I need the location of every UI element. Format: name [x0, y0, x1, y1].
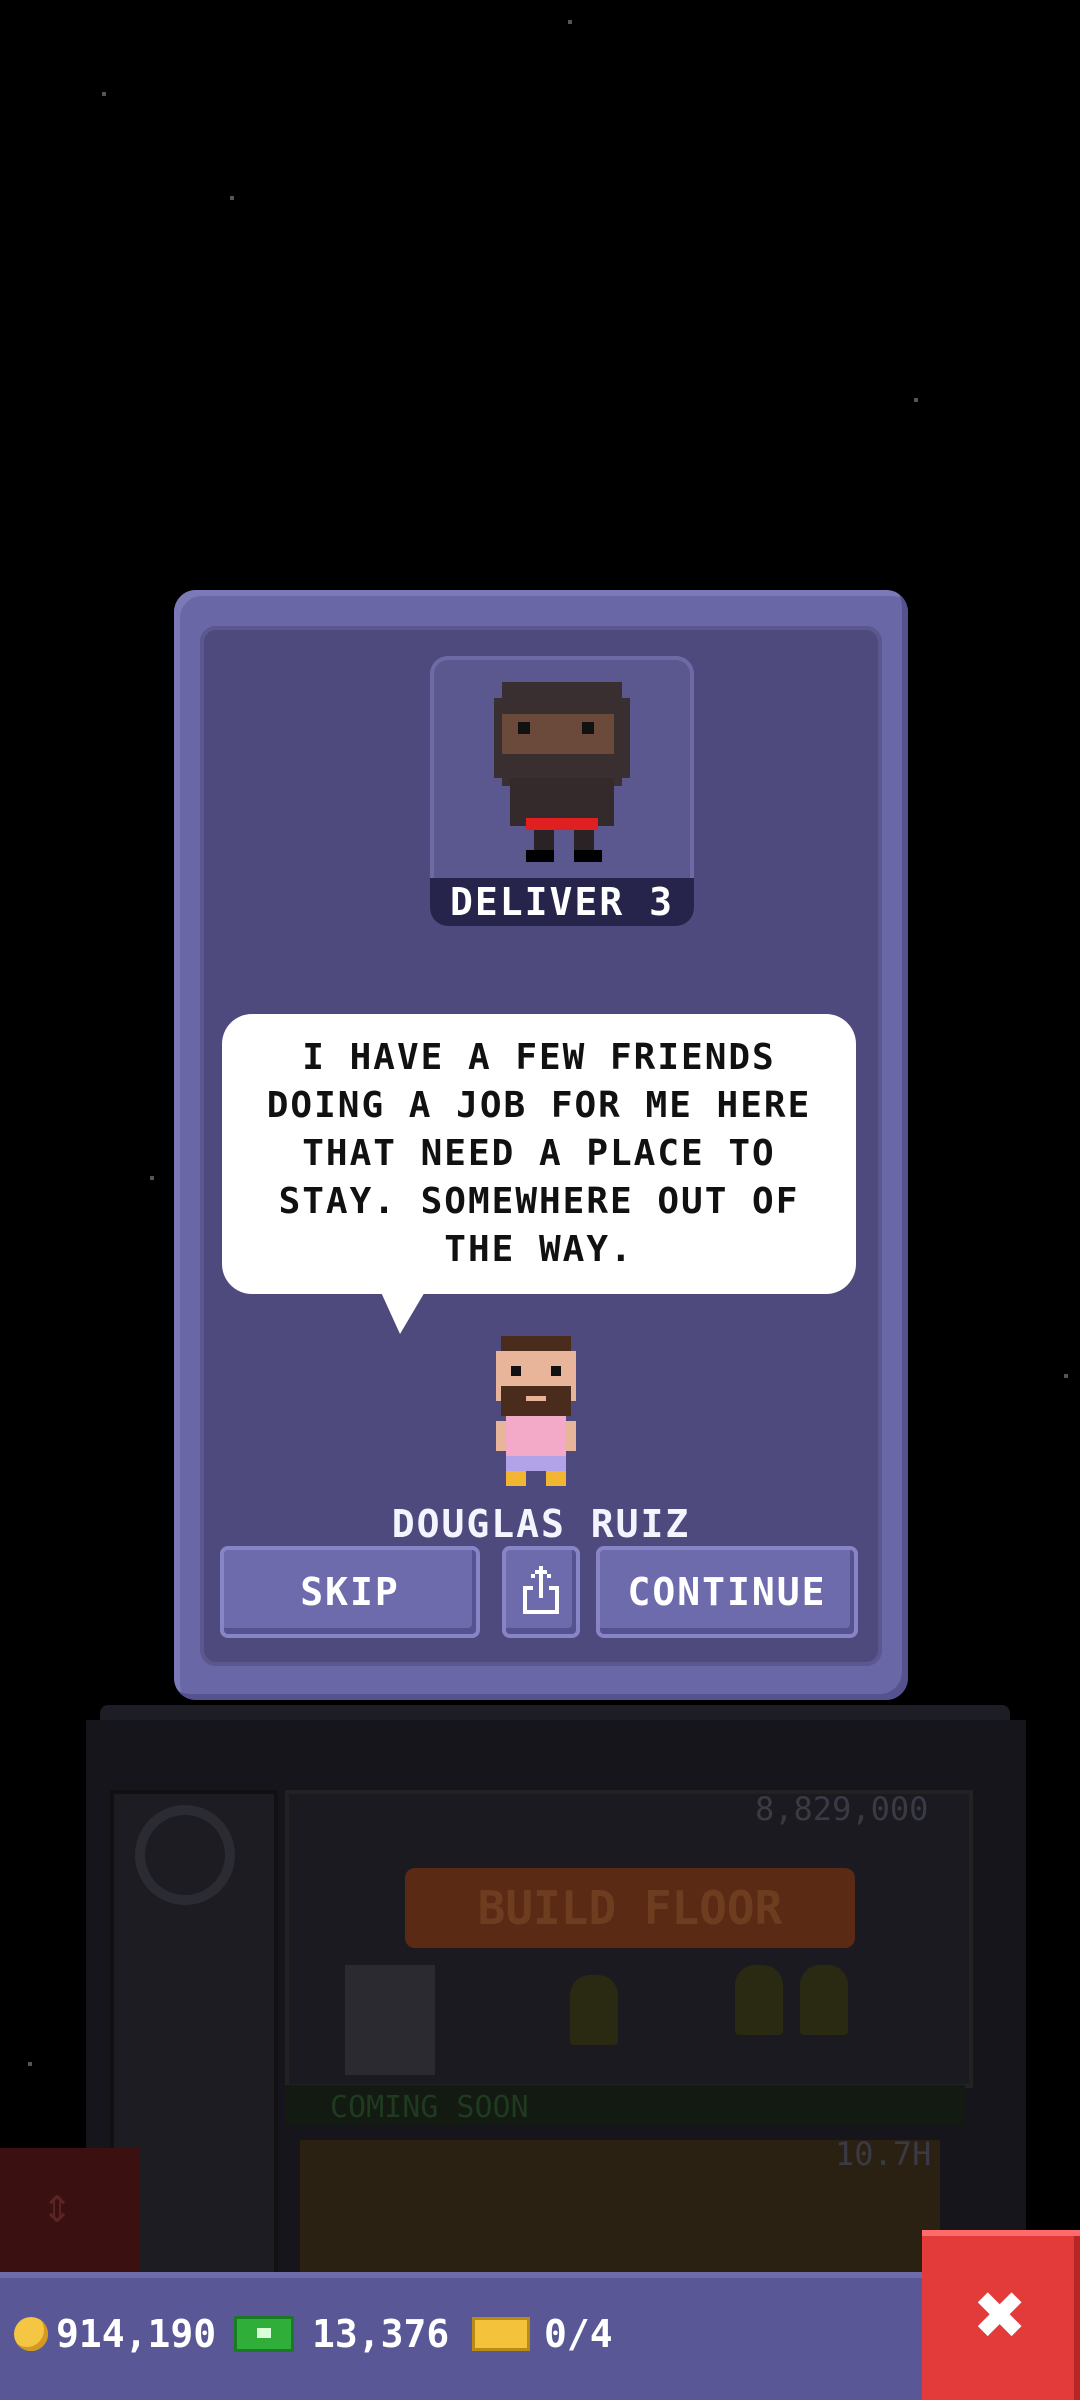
mission-dialog: DELIVER 3 I HAVE A FEW FRIENDS DOING A J…: [174, 590, 908, 1700]
bux-display[interactable]: 13,376: [234, 2304, 449, 2364]
continue-button[interactable]: CONTINUE: [596, 1546, 858, 1638]
worker-sprite: [735, 1965, 783, 2035]
ticket-icon: [472, 2317, 530, 2351]
crate: [345, 1965, 435, 2075]
skip-label: SKIP: [300, 1570, 400, 1614]
share-icon: [523, 1566, 559, 1614]
tickets-display[interactable]: 0/4: [472, 2304, 613, 2364]
share-button[interactable]: [502, 1546, 580, 1638]
bux-value: 13,376: [312, 2312, 450, 2356]
bitizen-avatar: [496, 1336, 576, 1486]
coming-soon-label: COMING SOON: [330, 2090, 529, 2125]
coin-icon: [14, 2317, 48, 2351]
ninja-sprite-icon: [494, 682, 630, 862]
worker-sprite: [800, 1965, 848, 2035]
skip-button[interactable]: SKIP: [220, 1546, 480, 1638]
up-down-arrow-icon: ⇕: [42, 2176, 73, 2234]
speech-bubble-tail: [380, 1290, 426, 1334]
coins-display[interactable]: 914,190: [14, 2304, 216, 2364]
speaker-name: DOUGLAS RUIZ: [391, 1502, 691, 1546]
elevator-button: ⇕: [0, 2148, 140, 2278]
mission-message: I HAVE A FEW FRIENDS DOING A JOB FOR ME …: [266, 1037, 812, 1270]
worker-sprite: [570, 1975, 618, 2045]
dialog-panel: DELIVER 3 I HAVE A FEW FRIENDS DOING A J…: [200, 626, 882, 1666]
portrait-label: DELIVER 3: [430, 878, 694, 926]
coins-value: 914,190: [56, 2312, 217, 2356]
close-icon: ✖: [975, 2265, 1027, 2365]
bux-icon: [234, 2316, 294, 2352]
close-button[interactable]: ✖: [922, 2230, 1080, 2400]
tickets-value: 0/4: [544, 2312, 613, 2356]
continue-label: CONTINUE: [627, 1570, 827, 1614]
currency-bar: 914,190 13,376 0/4: [0, 2272, 1080, 2400]
elevator-wheel-icon: [135, 1805, 235, 1905]
build-floor-button: BUILD FLOOR: [405, 1868, 855, 1948]
speech-bubble: I HAVE A FEW FRIENDS DOING A JOB FOR ME …: [222, 1014, 856, 1294]
mission-portrait: DELIVER 3: [430, 656, 694, 926]
timer-label: 10.7H: [835, 2135, 932, 2173]
floor-price: 8,829,000: [755, 1790, 929, 1828]
